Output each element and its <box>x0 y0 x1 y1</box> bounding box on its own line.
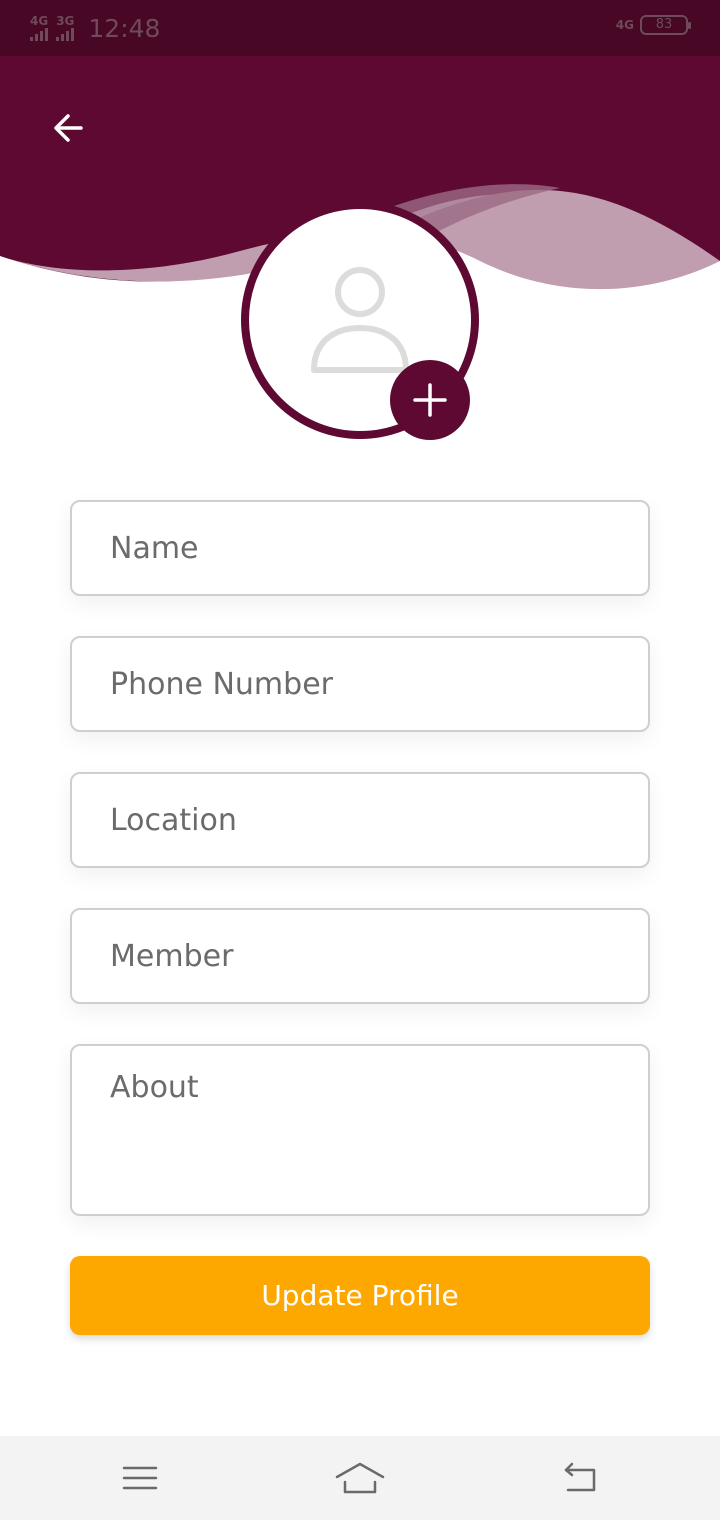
signal-strength-icon-2: 3G <box>56 15 74 41</box>
nav-home-button[interactable] <box>332 1458 388 1498</box>
name-field-container <box>70 500 650 596</box>
member-input[interactable] <box>72 910 648 1002</box>
phone-number-input[interactable] <box>72 638 648 730</box>
nav-back-button[interactable] <box>552 1458 608 1498</box>
back-icon <box>564 1462 596 1492</box>
location-field-container <box>70 772 650 868</box>
network-type-label: 4G <box>30 14 49 28</box>
home-icon <box>335 1462 385 1494</box>
member-field-container <box>70 908 650 1004</box>
battery-level: 83 <box>655 17 673 32</box>
name-input[interactable] <box>72 502 648 594</box>
arrow-left-icon <box>54 114 83 142</box>
phone-field-container <box>70 636 650 732</box>
status-right: 4G 83 <box>615 15 691 35</box>
about-textarea[interactable] <box>72 1046 648 1214</box>
update-profile-button[interactable]: Update Profile <box>70 1256 650 1335</box>
status-bar: 4G 3G 12:48 4G 83 <box>0 0 720 56</box>
plus-icon <box>413 383 447 417</box>
menu-icon <box>122 1466 158 1490</box>
add-photo-button[interactable] <box>390 360 470 440</box>
signal-strength-icon: 4G <box>30 15 48 41</box>
battery-icon: 83 <box>640 15 691 35</box>
profile-avatar[interactable] <box>240 200 480 440</box>
network-type-label-2: 3G <box>56 14 75 28</box>
system-nav-bar <box>0 1436 720 1520</box>
back-button[interactable] <box>44 104 92 152</box>
location-input[interactable] <box>72 774 648 866</box>
network-indicator: 4G <box>615 18 634 32</box>
nav-menu-button[interactable] <box>112 1458 168 1498</box>
status-left: 4G 3G 12:48 <box>30 12 160 44</box>
user-placeholder-icon <box>311 267 409 373</box>
status-time: 12:48 <box>88 13 161 43</box>
about-field-container <box>70 1044 650 1216</box>
